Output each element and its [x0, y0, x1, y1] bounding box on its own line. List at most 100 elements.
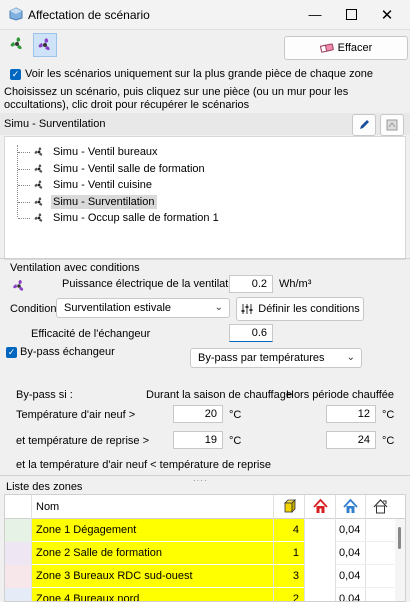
tree-connector: [18, 152, 30, 154]
row-color-swatch: [5, 565, 31, 588]
bypass-checkbox[interactable]: ✓: [6, 347, 17, 358]
zone-name: Zone 3 Bureaux RDC sud-ouest: [36, 570, 193, 582]
efficiency-input[interactable]: 0.6: [229, 324, 273, 342]
eraser-icon: [319, 43, 334, 53]
tree-connector: [18, 201, 30, 204]
house-ventilation-icon[interactable]: [373, 499, 388, 514]
tree-connector: [18, 168, 30, 171]
window-title: Affectation de scénario: [28, 8, 150, 22]
zone-value-cell[interactable]: 0,04: [336, 519, 394, 542]
house-red-icon[interactable]: [313, 499, 328, 514]
fan-green-icon: [10, 37, 22, 50]
ventilation-mode-button[interactable]: [33, 33, 57, 57]
fresh-air-heating-input[interactable]: 20: [173, 405, 223, 423]
condition-label: Condition: [10, 303, 57, 315]
zone-name-cell[interactable]: Zone 1 Dégagement: [32, 519, 273, 542]
tree-item-label: Simu - Surventilation: [51, 194, 157, 209]
fresh-air-off-value: 12: [357, 408, 370, 420]
tree-item-label: Simu - Ventil bureaux: [53, 146, 158, 158]
zone-count-cell[interactable]: 4: [274, 519, 304, 542]
power-value: 0.2: [251, 278, 267, 290]
maximize-button[interactable]: [333, 0, 369, 29]
fan-purple-icon: [38, 38, 50, 51]
return-off-value: 24: [357, 434, 370, 446]
cube-icon[interactable]: [282, 499, 297, 514]
chevron-down-icon: ⌄: [346, 352, 355, 363]
condition-value: Surventilation estivale: [64, 302, 172, 314]
name-header-label: Nom: [36, 501, 60, 513]
zone-value: 0,04: [339, 547, 361, 559]
row-color-swatch: [5, 542, 31, 565]
off-heating-header: Hors période chauffée: [286, 389, 395, 401]
fan-scenario-icon: [34, 213, 43, 222]
zone-value: 0,04: [339, 524, 361, 536]
zone-name: Zone 1 Dégagement: [36, 524, 137, 536]
zone-value: 0,04: [339, 593, 361, 602]
close-icon: ✕: [380, 6, 394, 24]
zone-count: 3: [292, 570, 299, 582]
zones-title: Liste des zones: [6, 481, 83, 493]
sliders-icon: [241, 304, 253, 314]
tree-item[interactable]: Simu - Ventil salle de formation: [32, 161, 207, 177]
fresh-air-label: Température d'air neuf >: [16, 409, 136, 421]
fresh-air-condition-text: et la température d'air neuf < températu…: [16, 459, 271, 471]
return-heating-input[interactable]: 19: [173, 431, 223, 449]
power-input[interactable]: 0.2: [229, 275, 273, 293]
efficiency-label: Efficacité de l'échangeur: [31, 328, 151, 340]
maximize-icon: [345, 9, 357, 20]
ventilation-section: [0, 258, 410, 483]
tree-item-label: Simu - Ventil cuisine: [53, 179, 153, 191]
zone-count: 2: [292, 593, 299, 602]
fresh-air-off-input[interactable]: 12: [326, 405, 376, 423]
heating-season-header: Durant la saison de chauffage: [146, 389, 292, 401]
zone-value: 0,04: [339, 570, 361, 582]
clear-button[interactable]: Effacer: [284, 36, 408, 60]
unit-label: °C: [382, 435, 395, 447]
tree-item[interactable]: Simu - Surventilation: [32, 194, 157, 210]
zone-count: 1: [292, 547, 299, 559]
pencil-icon: [360, 120, 369, 129]
edit-scenario-button[interactable]: [352, 114, 376, 136]
tree-item-label: Simu - Occup salle de formation 1: [53, 212, 219, 224]
minimize-button[interactable]: —: [297, 0, 333, 29]
define-conditions-label: Définir les conditions: [258, 303, 360, 315]
zone-count: 4: [292, 524, 299, 536]
bypass-mode-select[interactable]: By-pass par températures ⌄: [190, 348, 362, 368]
return-heating-value: 19: [204, 434, 217, 446]
instructions-text: Choisissez un scénario, puis cliquez sur…: [4, 86, 349, 111]
zone-value-cell[interactable]: 0,04: [336, 542, 394, 565]
current-scenario-label: Simu - Surventilation: [4, 118, 106, 130]
zone-count-cell[interactable]: 1: [274, 542, 304, 565]
define-conditions-button[interactable]: Définir les conditions: [236, 297, 364, 321]
row-color-swatch: [5, 519, 31, 542]
zone-value-cell[interactable]: 0,04: [336, 565, 394, 588]
condition-select[interactable]: Surventilation estivale ⌄: [56, 298, 230, 318]
grip-icon: ····: [193, 476, 208, 485]
occupation-mode-button[interactable]: [6, 33, 28, 55]
ventilation-section-title: Ventilation avec conditions: [10, 262, 140, 274]
zone-count-cell[interactable]: 3: [274, 565, 304, 588]
house-blue-icon[interactable]: [343, 499, 358, 514]
zone-name-cell[interactable]: Zone 2 Salle de formation: [32, 542, 273, 565]
scenario-library-button[interactable]: [380, 114, 404, 136]
zone-name: Zone 2 Salle de formation: [36, 547, 162, 559]
zone-name: Zone 4 Bureaux nord: [36, 593, 140, 602]
tree-item-label: Simu - Ventil salle de formation: [53, 162, 205, 175]
tree-guide-line: [17, 145, 19, 217]
name-column-header[interactable]: Nom: [36, 495, 59, 519]
zone-name-cell[interactable]: Zone 3 Bureaux RDC sud-ouest: [32, 565, 273, 588]
grid-scrollbar[interactable]: [395, 519, 405, 601]
unit-label: °C: [382, 409, 395, 421]
return-off-input[interactable]: 24: [326, 431, 376, 449]
largest-room-label: Voir les scénarios uniquement sur la plu…: [25, 68, 373, 80]
tree-item[interactable]: Simu - Occup salle de formation 1: [32, 210, 221, 226]
clear-label: Effacer: [337, 42, 373, 54]
tree-item[interactable]: Simu - Ventil bureaux: [32, 144, 160, 160]
chevron-down-icon: ⌄: [214, 302, 223, 313]
close-button[interactable]: ✕: [369, 0, 405, 29]
largest-room-checkbox[interactable]: ✓: [10, 69, 21, 80]
minimize-icon: —: [308, 7, 322, 22]
tree-item[interactable]: Simu - Ventil cuisine: [32, 177, 154, 193]
fan-scenario-icon: [34, 180, 43, 189]
scrollbar-thumb[interactable]: [398, 527, 401, 549]
